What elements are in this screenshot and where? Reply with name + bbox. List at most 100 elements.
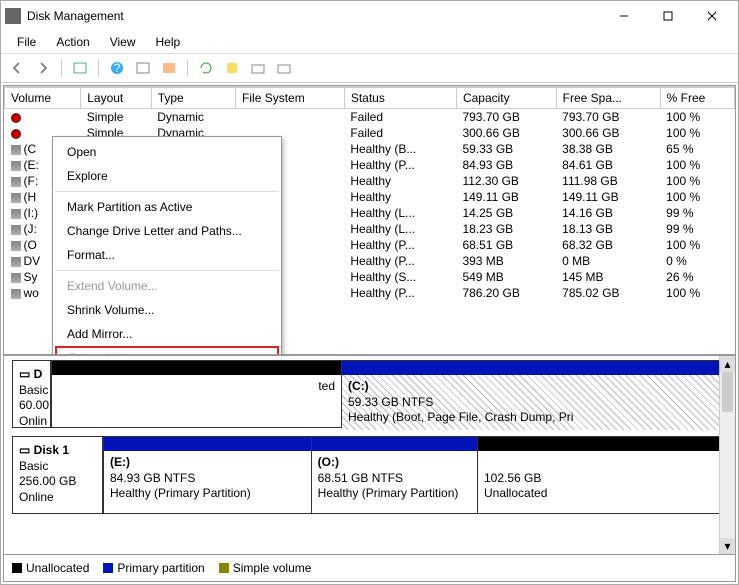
menu-file[interactable]: File <box>7 33 46 51</box>
disk-0-part-c[interactable]: (C:) 59.33 GB NTFS Healthy (Boot, Page F… <box>341 361 726 427</box>
disk-0-part-1-text: ted <box>318 379 335 393</box>
disk-1-unalloc-size: 102.56 GB <box>484 471 720 487</box>
minimize-button[interactable] <box>602 2 646 30</box>
title-bar: Disk Management <box>1 1 738 31</box>
cell: Healthy (P... <box>344 253 456 269</box>
disk-1-part-o[interactable]: (O:) 68.51 GB NTFS Healthy (Primary Part… <box>311 437 477 513</box>
cell: 99 % <box>660 205 734 221</box>
cell: Healthy (L... <box>344 205 456 221</box>
ctx-add-mirror[interactable]: Add Mirror... <box>53 322 281 346</box>
menu-view[interactable]: View <box>100 33 146 51</box>
disk-1-part-e[interactable]: (E:) 84.93 GB NTFS Healthy (Primary Part… <box>103 437 311 513</box>
col-6[interactable]: Free Spa... <box>556 87 660 109</box>
col-3[interactable]: File System <box>236 87 345 109</box>
disk-scrollbar[interactable]: ▴ ▾ <box>719 356 735 554</box>
cell: Healthy (P... <box>344 157 456 173</box>
disk-0-part-c-status: Healthy (Boot, Page File, Crash Dump, Pr… <box>348 410 720 426</box>
cell: Healthy (L... <box>344 221 456 237</box>
col-4[interactable]: Status <box>344 87 456 109</box>
scroll-down-icon[interactable]: ▾ <box>720 538 735 554</box>
disk-icon <box>11 289 21 299</box>
cell <box>5 109 81 126</box>
cell: Healthy (S... <box>344 269 456 285</box>
disk-icon <box>11 257 21 267</box>
volume-list[interactable]: VolumeLayoutTypeFile SystemStatusCapacit… <box>4 86 735 354</box>
cell: Simple <box>81 109 151 126</box>
window-title: Disk Management <box>27 9 602 23</box>
disk-icon <box>11 273 21 283</box>
toolbar-icon-8[interactable] <box>274 58 294 78</box>
cell: 300.66 GB <box>456 125 556 141</box>
volume-row[interactable]: SimpleDynamicFailed793.70 GB793.70 GB100… <box>5 109 735 126</box>
cell: 100 % <box>660 173 734 189</box>
close-button[interactable] <box>690 2 734 30</box>
cell: 18.23 GB <box>456 221 556 237</box>
error-disk-icon <box>11 113 21 123</box>
disk-pane: ▭ D Basic 60.00 Onlin ted (C:) 59.33 GB <box>4 354 735 554</box>
disk-0-name: D <box>34 367 43 381</box>
disk-1-row: ▭ Disk 1 Basic 256.00 GB Online (E:) 84.… <box>12 436 727 514</box>
back-button[interactable] <box>7 58 27 78</box>
ctx-change-letter[interactable]: Change Drive Letter and Paths... <box>53 219 281 243</box>
cell: 100 % <box>660 157 734 173</box>
cell: 393 MB <box>456 253 556 269</box>
ctx-explore[interactable]: Explore <box>53 164 281 188</box>
disk-0-part-1[interactable]: ted <box>51 361 341 427</box>
cell: 111.98 GB <box>556 173 660 189</box>
cell: Healthy <box>344 173 456 189</box>
cell: 793.70 GB <box>456 109 556 126</box>
refresh-icon[interactable] <box>196 58 216 78</box>
forward-button[interactable] <box>33 58 53 78</box>
ctx-shrink-volume[interactable]: Shrink Volume... <box>53 298 281 322</box>
disk-0-size: 60.00 <box>19 398 44 414</box>
disk-1-name: Disk 1 <box>34 443 69 457</box>
menu-action[interactable]: Action <box>46 33 99 51</box>
disk-icon <box>11 209 21 219</box>
scroll-thumb[interactable] <box>722 372 733 412</box>
cell: 26 % <box>660 269 734 285</box>
cell: 100 % <box>660 125 734 141</box>
cell: 59.33 GB <box>456 141 556 157</box>
cell: 38.38 GB <box>556 141 660 157</box>
disk-icon <box>11 225 21 235</box>
cell: 145 MB <box>556 269 660 285</box>
scroll-up-icon[interactable]: ▴ <box>720 356 735 372</box>
ctx-open[interactable]: Open <box>53 140 281 164</box>
toolbar-icon-1[interactable] <box>70 58 90 78</box>
cell: 84.93 GB <box>456 157 556 173</box>
cell: Dynamic <box>151 109 235 126</box>
cell: Healthy (P... <box>344 285 456 301</box>
col-2[interactable]: Type <box>151 87 235 109</box>
content-area: VolumeLayoutTypeFile SystemStatusCapacit… <box>3 85 736 582</box>
ctx-mark-active[interactable]: Mark Partition as Active <box>53 195 281 219</box>
cell: 549 MB <box>456 269 556 285</box>
toolbar-icon-4[interactable] <box>159 58 179 78</box>
cell: Failed <box>344 109 456 126</box>
disk-1-label: ▭ Disk 1 Basic 256.00 GB Online <box>13 437 103 513</box>
toolbar-icon-7[interactable] <box>248 58 268 78</box>
disk-0-row: ▭ D Basic 60.00 Onlin ted (C:) 59.33 GB <box>12 360 727 428</box>
col-7[interactable]: % Free <box>660 87 734 109</box>
disk-1-part-o-size: 68.51 GB NTFS <box>318 471 471 487</box>
col-1[interactable]: Layout <box>81 87 151 109</box>
ctx-delete-volume[interactable]: Delete Volume... <box>55 346 279 354</box>
col-0[interactable]: Volume <box>5 87 81 109</box>
toolbar-icon-3[interactable] <box>133 58 153 78</box>
disk-1-unallocated[interactable]: 102.56 GB Unallocated <box>477 437 726 513</box>
cell <box>236 109 345 126</box>
legend-unallocated-swatch <box>12 563 22 573</box>
disk-0-part-c-size: 59.33 GB NTFS <box>348 395 720 411</box>
maximize-button[interactable] <box>646 2 690 30</box>
cell: Failed <box>344 125 456 141</box>
ctx-format[interactable]: Format... <box>53 243 281 267</box>
toolbar: ? <box>1 54 738 83</box>
toolbar-icon-6[interactable] <box>222 58 242 78</box>
cell: 149.11 GB <box>556 189 660 205</box>
disk-icon <box>11 241 21 251</box>
legend: Unallocated Primary partition Simple vol… <box>4 554 735 581</box>
menu-help[interactable]: Help <box>146 33 191 51</box>
cell: 786.20 GB <box>456 285 556 301</box>
col-5[interactable]: Capacity <box>456 87 556 109</box>
help-icon[interactable]: ? <box>107 58 127 78</box>
cell: 300.66 GB <box>556 125 660 141</box>
